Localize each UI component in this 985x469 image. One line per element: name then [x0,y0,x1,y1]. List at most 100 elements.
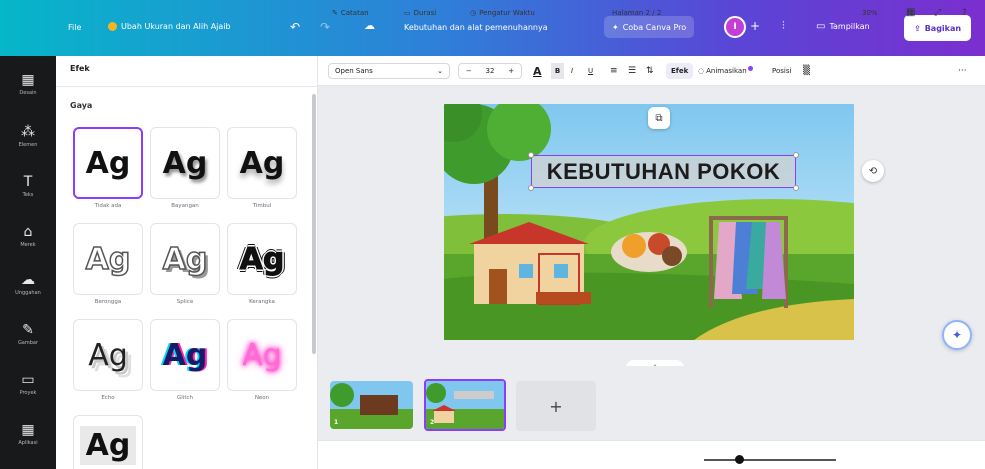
resize-handle[interactable] [528,185,534,191]
style-label: Berongga [94,299,122,305]
text-color-icon[interactable]: A [533,63,542,79]
zoom-slider-track[interactable] [704,459,836,461]
rail-item-text[interactable]: T Teks [0,164,56,208]
file-menu[interactable]: File [68,23,81,32]
more-options-icon[interactable]: ··· [958,63,967,79]
underline-icon[interactable]: U [588,63,593,79]
rail-item-design[interactable]: ▦ Desain [0,62,56,106]
font-family-select[interactable]: Open Sans ⌄ [328,63,450,79]
notes-button[interactable]: ✎ Catatan [332,9,369,17]
rotate-icon[interactable]: ⟲ [862,160,884,182]
add-page-button[interactable]: + [516,381,596,431]
style-neon-tile[interactable]: Ag [227,319,297,391]
avatar[interactable]: I [724,16,746,38]
zoom-level[interactable]: 30% [862,9,878,17]
style-sample: Ag [85,145,131,181]
list-icon[interactable]: ☰ [628,63,636,79]
rail-label: Merek [20,242,36,248]
page-indicator[interactable]: Halaman 2 / 2 [612,9,661,17]
resize-handle[interactable] [528,152,534,158]
undo-icon[interactable]: ↶ [290,20,300,34]
add-collaborator-icon[interactable]: + [750,19,760,33]
timer-icon: ◷ [470,9,477,17]
style-none-tile[interactable]: Ag [73,127,143,199]
try-pro-label: Coba Canva Pro [622,22,687,32]
star-icon: ✦ [612,22,619,32]
fullscreen-icon[interactable]: ⤢ [934,8,941,18]
transparency-icon[interactable]: ▒ [803,63,810,79]
text-toolbar: Open Sans ⌄ − 32 + A B I U ≡ ☰ ⇅ Efek ◌ … [318,56,985,86]
style-background-tile[interactable]: Ag [73,415,143,469]
rail-label: Unggahan [15,290,41,296]
rail-item-elements[interactable]: ⁂ Elemen [0,114,56,158]
style-splice-tile[interactable]: Ag [150,223,220,295]
style-sample: Ag [239,241,285,277]
animate-button[interactable]: ◌ Animasikan [698,63,753,79]
increase-size-button[interactable]: + [508,67,514,75]
style-glitch-tile[interactable]: Ag [150,319,220,391]
chevron-down-icon: ⌄ [437,67,443,75]
crown-icon [108,22,117,31]
align-icon[interactable]: ≡ [610,63,618,79]
style-label: Glitch [177,395,193,401]
zoom-slider-knob[interactable] [735,455,744,464]
copy-style-icon[interactable]: ⧉ [648,107,670,129]
effects-panel: Efek Gaya Ag Tidak ada Ag Bayangan Ag Ti… [56,56,318,469]
page-thumbnail-2[interactable]: 2 [424,379,506,431]
style-label: Timbul [252,203,272,209]
style-lift-tile[interactable]: Ag [227,127,297,199]
rail-item-draw[interactable]: ✎ Gambar [0,312,56,356]
style-sample: Ag [162,337,208,373]
try-pro-button[interactable]: ✦ Coba Canva Pro [604,16,695,38]
duration-button[interactable]: ▭ Durasi [404,9,436,17]
cloud-saved-icon[interactable]: ☁ [364,19,375,32]
rail-item-apps[interactable]: ▦ Aplikasi [0,412,56,456]
resize-handle[interactable] [793,185,799,191]
style-echo-tile[interactable]: Ag [73,319,143,391]
slide-heading[interactable]: KEBUTUHAN POKOK [531,155,796,188]
share-button[interactable]: ⇪ Bagikan [904,15,972,41]
rail-label: Aplikasi [18,440,38,446]
font-size-stepper[interactable]: − 32 + [458,63,522,79]
italic-icon[interactable]: I [571,63,573,79]
decrease-size-button[interactable]: − [466,67,472,75]
panel-scrollbar[interactable] [312,94,316,354]
spacing-icon[interactable]: ⇅ [646,63,654,79]
style-sample: Ag [85,241,131,278]
style-shadow-tile[interactable]: Ag [150,127,220,199]
upload-icon: ☁ [21,272,35,288]
page-thumbnail-1[interactable]: 1 [330,381,413,429]
rail-label: Desain [19,90,37,96]
style-outline-tile[interactable]: Ag [227,223,297,295]
magic-assist-icon[interactable]: ✦ [942,320,972,350]
thumbnail-image [426,381,504,429]
resize-handle[interactable] [793,152,799,158]
new-badge [747,65,753,71]
document-title[interactable]: Kebutuhan dan alat pemenuhannya [404,23,548,32]
style-label: Bayangan [171,203,199,209]
brand-icon: ⌂ [23,224,33,240]
panel-title: Efek [70,64,90,73]
style-sample: Ag [242,337,282,373]
slide-canvas[interactable] [444,104,854,340]
divider [56,86,318,87]
grid-view-icon[interactable]: ▦ [906,7,915,18]
analytics-icon[interactable]: ⫶ [782,19,785,33]
rail-item-brand[interactable]: ⌂ Merek [0,214,56,258]
view-label: Tampilkan [829,22,870,31]
view-button[interactable]: ▭ Tampilkan [816,21,870,32]
style-hollow-tile[interactable]: Ag [73,223,143,295]
font-size-value[interactable]: 32 [486,67,495,75]
position-button[interactable]: Posisi [772,63,791,79]
menu-icon[interactable] [26,20,40,34]
bold-icon[interactable]: B [551,63,564,79]
resize-button[interactable]: Ubah Ukuran dan Alih Ajaib [108,22,231,31]
redo-icon[interactable]: ↷ [320,20,330,34]
slide-illustration [444,104,854,340]
notes-label: Catatan [340,9,369,17]
effects-button[interactable]: Efek [666,63,694,79]
timer-button[interactable]: ◷ Pengatur Waktu [470,9,535,17]
rail-item-projects[interactable]: ▭ Proyek [0,362,56,406]
help-icon[interactable]: ? [962,8,967,18]
rail-item-uploads[interactable]: ☁ Unggahan [0,262,56,306]
